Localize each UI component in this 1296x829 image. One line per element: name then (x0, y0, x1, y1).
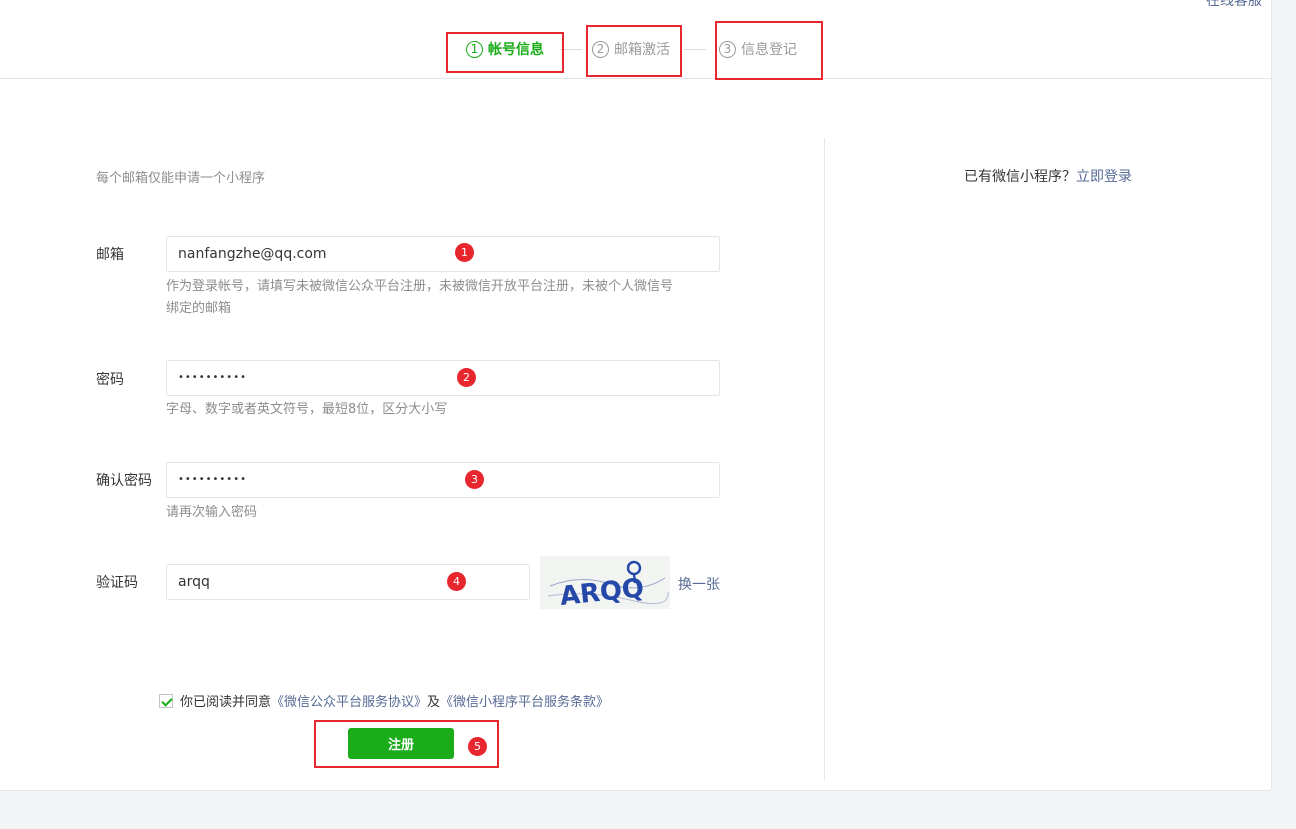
password-label: 密码 (96, 372, 124, 388)
annotation-badge-1: 1 (455, 243, 474, 262)
email-field[interactable]: nanfangzhe@qq.com (166, 236, 720, 272)
highlight-box-step3 (715, 21, 823, 80)
highlight-box-step2 (586, 25, 682, 77)
annotation-badge-2: 2 (457, 368, 476, 387)
captcha-refresh-link[interactable]: 换一张 (678, 574, 720, 594)
confirm-password-field[interactable]: •••••••••• (166, 462, 720, 498)
captcha-image[interactable]: ARQQ (540, 556, 670, 612)
highlight-box-step1 (446, 32, 564, 73)
password-field[interactable]: •••••••••• (166, 360, 720, 396)
service-agreement-link[interactable]: 《微信公众平台服务协议》 (271, 691, 427, 710)
captcha-input[interactable]: arqq (166, 564, 530, 600)
register-button[interactable]: 注册 (348, 728, 454, 759)
email-label: 邮箱 (96, 247, 124, 263)
register-card: 在线客服 1 帐号信息 2 邮箱激活 3 信息登记 每个邮箱仅能申请一个小程序 … (0, 0, 1272, 791)
vertical-divider (824, 138, 825, 781)
annotation-badge-3: 3 (465, 470, 484, 489)
captcha-label: 验证码 (96, 575, 138, 591)
captcha-glyphs: ARQQ (540, 556, 670, 612)
password-hint: 字母、数字或者英文符号，最短8位，区分大小写 (166, 402, 448, 417)
email-hint-line1: 作为登录帐号，请填写未被微信公众平台注册，未被微信开放平台注册，未被个人微信号 (166, 279, 674, 294)
annotation-badge-4: 4 (447, 572, 466, 591)
confirm-password-hint: 请再次输入密码 (166, 505, 258, 520)
email-hint-line2: 绑定的邮箱 (166, 301, 232, 316)
agreement-prefix: 你已阅读并同意 (180, 695, 272, 710)
agreement-row: 你已阅读并同意 《微信公众平台服务协议》 及 《微信小程序平台服务条款》 (159, 691, 609, 710)
annotation-badge-5: 5 (468, 737, 487, 756)
form-tip: 每个邮箱仅能申请一个小程序 (96, 171, 266, 186)
confirm-password-label: 确认密码 (96, 473, 152, 489)
email-hint: 作为登录帐号，请填写未被微信公众平台注册，未被微信开放平台注册，未被个人微信号 … (166, 276, 673, 320)
step-connector (684, 49, 706, 50)
agreement-conjunction: 及 (427, 695, 441, 710)
existing-account-tip: 已有微信小程序？立即登录 (964, 166, 1132, 186)
service-terms-link[interactable]: 《微信小程序平台服务条款》 (440, 691, 609, 710)
existing-account-text: 已有微信小程序？ (964, 169, 1076, 185)
agreement-checkbox[interactable] (159, 693, 173, 708)
login-link[interactable]: 立即登录 (1076, 169, 1132, 185)
